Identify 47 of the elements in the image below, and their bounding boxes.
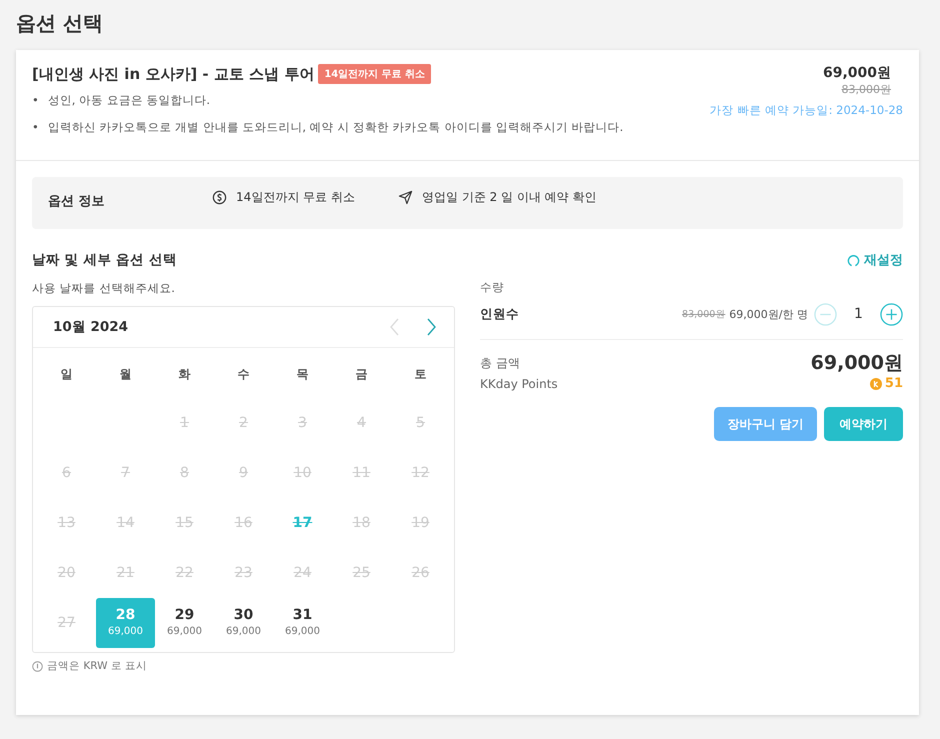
currency-note: 금액은 KRW 로 표시 [47, 659, 148, 673]
points-label: KKday Points [480, 376, 558, 390]
option-info-label: 옵션 정보 [48, 193, 106, 210]
total-label: 총 금액 [480, 354, 520, 372]
calendar-day[interactable]: 30 69,000 [214, 598, 273, 648]
calendar-day[interactable]: 28 69,000 [96, 598, 155, 648]
bullet: • [32, 92, 39, 108]
original-price: 83,000원 [842, 82, 892, 97]
quantity-label: 수량 [480, 280, 505, 295]
refund-icon [212, 190, 227, 205]
month-label: 10월 2024 [53, 318, 128, 336]
weekday-label: 목 [296, 366, 310, 383]
weekday-label: 일 [60, 366, 74, 383]
calendar-day[interactable]: 29 69,000 [155, 598, 214, 648]
option-info-text: 14일전까지 무료 취소 [236, 189, 355, 206]
info-icon [32, 660, 43, 672]
book-button[interactable]: 예약하기 [824, 407, 903, 441]
page-title: 옵션 선택 [16, 10, 104, 37]
reset-icon [847, 254, 860, 266]
price: 69,000원 [822, 64, 892, 82]
add-to-cart-button[interactable]: 장바구니 담기 [714, 407, 817, 441]
quantity-value: 1 [853, 306, 864, 322]
option-info-text: 영업일 기준 2 일 이내 예약 확인 [422, 189, 597, 206]
weekday-label: 토 [414, 366, 428, 383]
coin-icon [870, 378, 882, 390]
send-icon [398, 190, 413, 205]
calendar-day[interactable]: 31 69,000 [273, 598, 332, 648]
weekday-label: 월 [118, 366, 132, 383]
weekday-label: 금 [354, 366, 368, 383]
original-unit-price: 83,000원 [682, 308, 726, 320]
note-text: 성인, 아동 요금은 동일합니다. [48, 92, 210, 108]
points-value: 51 [884, 376, 903, 391]
weekday-label: 수 [236, 366, 250, 383]
plus-button[interactable] [880, 302, 903, 326]
reset-button[interactable]: 재설정 [847, 251, 903, 269]
weekday-label: 화 [178, 366, 192, 383]
date-hint: 사용 날짜를 선택해주세요. [32, 281, 176, 296]
section-title: 날짜 및 세부 옵션 선택 [32, 251, 177, 269]
quantity-name: 인원수 [480, 306, 520, 322]
earliest-date: 가장 빠른 예약 가능일: 2024-10-28 [710, 103, 903, 118]
unit-price: 69,000원/한 명 [729, 306, 808, 322]
note-text: 입력하신 카카오톡으로 개별 안내를 도와드리니, 예약 시 정확한 카카오톡 아이디를 입력해주시기 바랍니다. [48, 119, 624, 135]
total-amount: 69,000원 [810, 351, 903, 376]
product-title: [내인생 사진 in 오사카] - 교토 스냅 투어 [32, 64, 314, 84]
next-month-button[interactable] [426, 318, 436, 336]
bullet: • [32, 119, 39, 135]
cancel-badge: 14일전까지 무료 취소 [318, 64, 432, 84]
